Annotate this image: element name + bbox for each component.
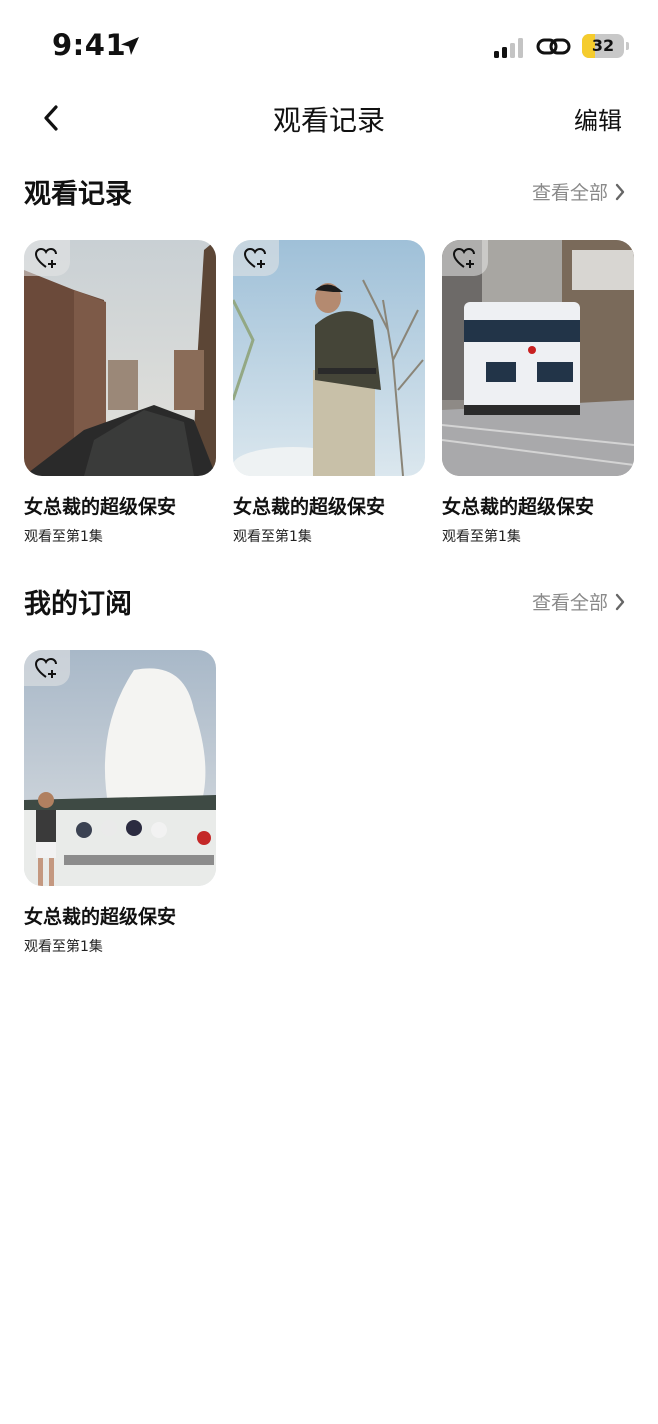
subscription-card-thumbnail xyxy=(24,650,216,886)
history-card[interactable]: 女总裁的超级保安 观看至第1集 xyxy=(24,240,216,560)
card-title: 女总裁的超级保安 xyxy=(24,906,177,928)
view-all-label: 查看全部 xyxy=(531,592,608,614)
card-title: 女总裁的超级保安 xyxy=(24,496,177,518)
page-title: 观看记录 xyxy=(272,104,385,137)
watch-history-header: 观看记录 查看全部 xyxy=(24,172,634,212)
favorite-add-button[interactable] xyxy=(233,240,279,276)
watch-history-title: 观看记录 xyxy=(24,179,132,210)
card-progress: 观看至第1集 xyxy=(24,939,103,955)
chevron-right-icon xyxy=(615,593,625,610)
card-progress: 观看至第1集 xyxy=(442,529,521,545)
chevron-right-icon xyxy=(615,183,625,200)
heart-plus-icon xyxy=(243,247,266,268)
favorite-add-button[interactable] xyxy=(24,240,70,276)
status-time: 9:41 xyxy=(52,28,127,62)
card-title: 女总裁的超级保安 xyxy=(442,496,595,518)
battery-icon: 32 xyxy=(582,34,624,58)
battery-nub xyxy=(626,42,629,50)
watch-history-view-all[interactable]: 查看全部 xyxy=(532,178,626,205)
view-all-label: 查看全部 xyxy=(531,182,608,204)
subscriptions-view-all[interactable]: 查看全部 xyxy=(532,588,626,615)
history-card[interactable]: 女总裁的超级保安 观看至第1集 xyxy=(442,240,634,560)
history-card[interactable]: 女总裁的超级保安 观看至第1集 xyxy=(233,240,425,560)
history-card-thumbnail xyxy=(442,240,634,476)
subscriptions-title: 我的订阅 xyxy=(24,589,132,620)
heart-plus-icon xyxy=(34,657,57,678)
card-progress: 观看至第1集 xyxy=(24,529,103,545)
signal-icon xyxy=(494,38,523,58)
edit-button[interactable]: 编辑 xyxy=(574,101,622,136)
nav-bar: 观看记录 编辑 xyxy=(0,95,658,141)
heart-plus-icon xyxy=(452,247,475,268)
heart-plus-icon xyxy=(34,247,57,268)
card-progress: 观看至第1集 xyxy=(233,529,312,545)
favorite-add-button[interactable] xyxy=(24,650,70,686)
battery-percent: 32 xyxy=(591,36,615,55)
favorite-add-button[interactable] xyxy=(442,240,488,276)
subscriptions-header: 我的订阅 查看全部 xyxy=(24,582,634,622)
history-card-thumbnail xyxy=(24,240,216,476)
subscription-card[interactable]: 女总裁的超级保安 观看至第1集 xyxy=(24,650,216,970)
history-card-thumbnail xyxy=(233,240,425,476)
location-arrow-icon xyxy=(121,37,139,55)
card-title: 女总裁的超级保安 xyxy=(233,496,386,518)
link-icon xyxy=(536,38,571,55)
status-bar: 9:41 32 xyxy=(0,0,658,95)
